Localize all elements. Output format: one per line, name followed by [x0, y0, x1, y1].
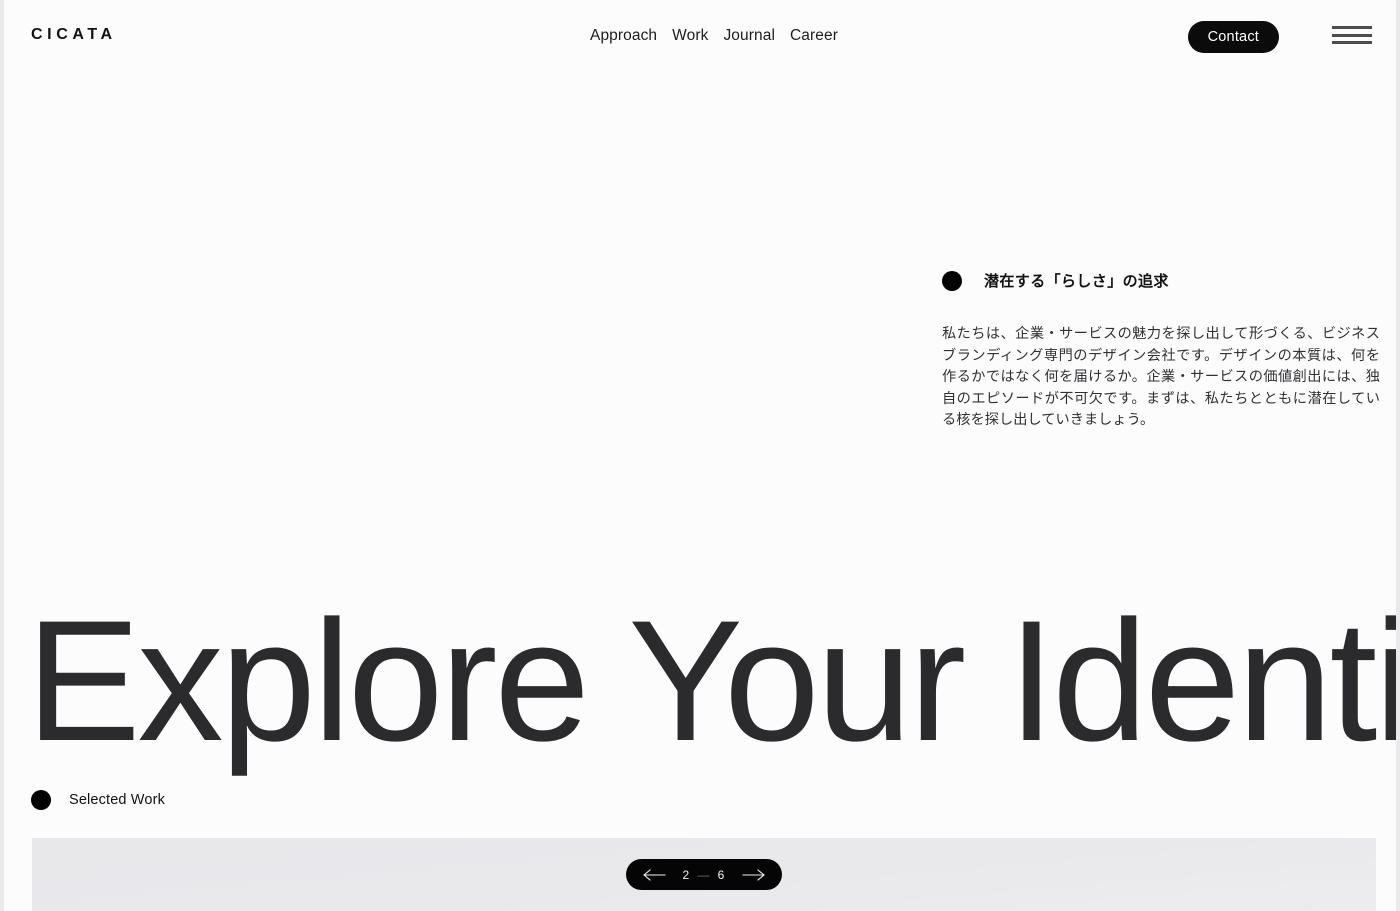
carousel-total-pages: 6: [717, 867, 726, 882]
bullet-dot-icon: [31, 790, 51, 810]
hero-title: Explore Your Identity: [26, 585, 1400, 777]
hamburger-menu-icon[interactable]: [1332, 26, 1372, 44]
intro-section: 潜在する「らしさ」の追求 私たちは、企業・サービスの魅力を探し出して形づくる、ビ…: [942, 270, 1382, 432]
nav-link-work[interactable]: Work: [672, 27, 708, 45]
hamburger-line-bottom: [1332, 41, 1372, 44]
hero-section: Explore Your Identity: [26, 585, 1400, 777]
arrow-left-icon[interactable]: [641, 867, 667, 883]
bullet-dot-icon: [942, 270, 962, 291]
site-logo[interactable]: CICATA: [31, 26, 117, 44]
selected-work-heading: Selected Work: [31, 790, 165, 810]
arrow-right-icon[interactable]: [741, 867, 767, 883]
nav-link-career[interactable]: Career: [790, 27, 838, 45]
page-root: CICATA Approach Work Journal Career Cont…: [0, 0, 1400, 911]
hamburger-line-middle: [1332, 33, 1372, 37]
carousel-pagination: 2 — 6: [626, 859, 782, 890]
nav-link-journal[interactable]: Journal: [723, 27, 775, 45]
hamburger-line-top: [1332, 26, 1372, 29]
nav-link-approach[interactable]: Approach: [590, 27, 657, 45]
carousel-current-page: 2: [682, 867, 691, 882]
intro-heading-row: 潜在する「らしさ」の追求: [942, 270, 1382, 291]
carousel-page-indicator: 2 — 6: [683, 868, 726, 882]
primary-navigation: Approach Work Journal Career: [590, 27, 838, 45]
site-header: CICATA Approach Work Journal Career Cont…: [4, 0, 1396, 74]
intro-body-text: 私たちは、企業・サービスの魅力を探し出して形づくる、ビジネスブランディング専門の…: [942, 326, 1380, 428]
selected-work-label: Selected Work: [69, 792, 165, 808]
contact-button[interactable]: Contact: [1187, 21, 1279, 53]
intro-title: 潜在する「らしさ」の追求: [984, 273, 1169, 290]
carousel-separator: —: [697, 867, 711, 882]
